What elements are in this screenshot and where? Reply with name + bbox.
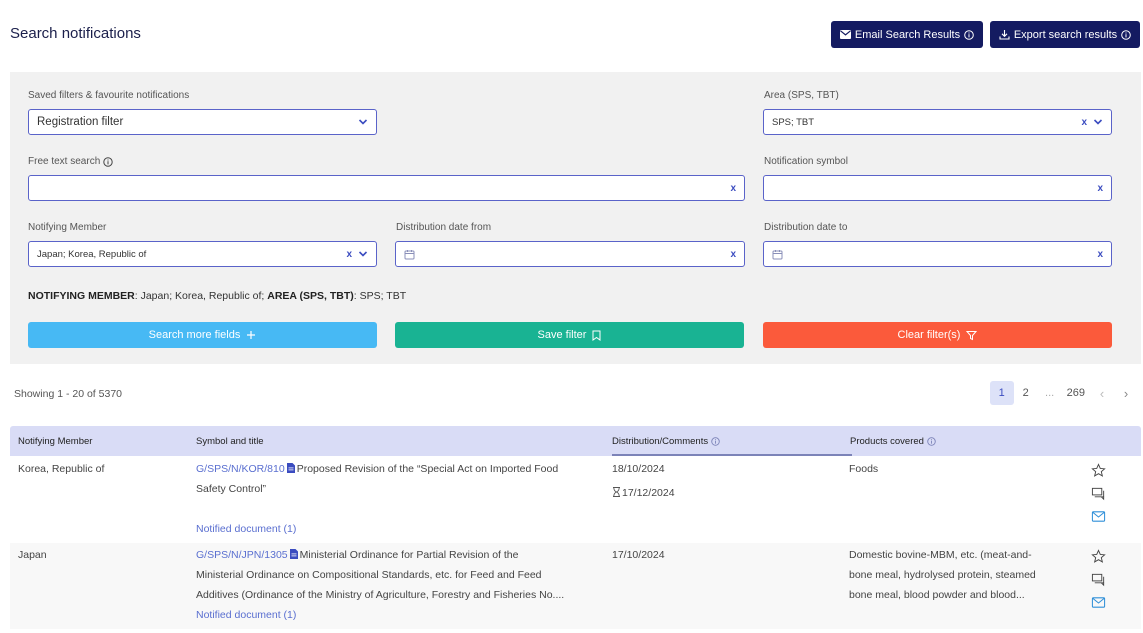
notification-symbol-link[interactable]: G/SPS/N/JPN/1305 bbox=[196, 549, 288, 561]
export-search-results-button[interactable]: Export search results bbox=[990, 21, 1140, 48]
bookmark-icon bbox=[592, 330, 601, 341]
clear-date-to-icon[interactable]: x bbox=[1097, 249, 1103, 260]
area-value: SPS; TBT bbox=[772, 116, 815, 128]
envelope-icon bbox=[839, 30, 851, 39]
column-header-symbol[interactable]: Symbol and title bbox=[196, 436, 264, 447]
row-comment-deadline: 17/12/2024 bbox=[612, 483, 675, 503]
clear-date-from-icon[interactable]: x bbox=[730, 249, 736, 260]
row-actions bbox=[1090, 463, 1106, 524]
summary-area-value: : SPS; TBT bbox=[353, 290, 407, 302]
info-icon bbox=[711, 437, 720, 446]
export-button-label: Export search results bbox=[1013, 28, 1118, 41]
page-last[interactable]: 269 bbox=[1062, 381, 1090, 405]
clear-symbol-icon[interactable]: x bbox=[1097, 183, 1103, 194]
plus-icon bbox=[247, 331, 256, 339]
row-member: Japan bbox=[18, 549, 47, 561]
page-2[interactable]: 2 bbox=[1014, 381, 1038, 405]
info-icon bbox=[927, 437, 936, 446]
chevron-down-icon bbox=[1093, 119, 1103, 125]
next-page-icon[interactable]: › bbox=[1114, 381, 1138, 405]
clear-free-text-icon[interactable]: x bbox=[730, 183, 736, 194]
download-icon bbox=[999, 30, 1010, 40]
clear-filters-button[interactable]: Clear filter(s) bbox=[763, 322, 1112, 348]
calendar-icon bbox=[404, 249, 415, 259]
saved-filters-value: Registration filter bbox=[37, 116, 124, 128]
area-label: Area (SPS, TBT) bbox=[764, 90, 839, 101]
row-distribution-date: 17/10/2024 bbox=[612, 549, 665, 561]
date-from-input[interactable]: x bbox=[395, 241, 745, 267]
pagination: 1 2 ... 269 ‹ › bbox=[989, 381, 1138, 405]
save-filter-label: Save filter bbox=[537, 329, 587, 341]
notified-document-link[interactable]: Notified document (1) bbox=[196, 519, 296, 539]
row-products: Domestic bovine-MBM, etc. (meat-and- bon… bbox=[849, 549, 1036, 601]
summary-member-value: : Japan; Korea, Republic of; bbox=[134, 290, 265, 302]
document-icon[interactable] bbox=[286, 463, 295, 473]
results-count: Showing 1 - 20 of 5370 bbox=[14, 388, 122, 400]
email-button-label: Email Search Results bbox=[854, 28, 961, 41]
calendar-icon bbox=[772, 249, 783, 259]
save-filter-button[interactable]: Save filter bbox=[395, 322, 744, 348]
notifying-member-label: Notifying Member bbox=[28, 222, 107, 233]
table-header: Notifying Member Symbol and title Distri… bbox=[10, 426, 1141, 456]
page-title: Search notifications bbox=[10, 25, 141, 42]
row-actions bbox=[1090, 549, 1106, 610]
free-text-label: Free text search bbox=[28, 156, 113, 167]
comment-icon[interactable] bbox=[1091, 486, 1106, 501]
row-title: G/SPS/N/JPN/1305 Ministerial Ordinance fo… bbox=[196, 549, 565, 601]
page-ellipsis: ... bbox=[1045, 387, 1055, 399]
star-icon[interactable] bbox=[1090, 463, 1106, 478]
notification-symbol-label: Notification symbol bbox=[764, 156, 848, 167]
row-member: Korea, Republic of bbox=[18, 463, 105, 475]
table-row: Korea, Republic of G/SPS/N/KOR/810 Propos… bbox=[10, 457, 1141, 543]
area-select[interactable]: SPS; TBT x bbox=[763, 109, 1112, 135]
clear-member-icon[interactable]: x bbox=[346, 249, 352, 260]
email-search-results-button[interactable]: Email Search Results bbox=[831, 21, 983, 48]
column-header-products[interactable]: Products covered bbox=[850, 436, 936, 447]
clear-area-icon[interactable]: x bbox=[1081, 117, 1087, 128]
page-1[interactable]: 1 bbox=[989, 381, 1014, 405]
table-row: Japan G/SPS/N/JPN/1305 Ministerial Ordina… bbox=[10, 543, 1141, 629]
info-icon bbox=[103, 156, 113, 167]
email-icon[interactable] bbox=[1091, 509, 1106, 524]
row-distribution-date: 18/10/2024 bbox=[612, 463, 665, 475]
comment-icon[interactable] bbox=[1091, 572, 1106, 587]
previous-page-icon[interactable]: ‹ bbox=[1090, 381, 1114, 405]
notifying-member-value: Japan; Korea, Republic of bbox=[37, 248, 147, 260]
date-from-label: Distribution date from bbox=[396, 222, 492, 233]
chevron-down-icon bbox=[358, 119, 368, 125]
summary-member-key: NOTIFYING MEMBER bbox=[28, 290, 135, 302]
filter-icon bbox=[966, 330, 978, 340]
saved-filters-select[interactable]: Registration filter bbox=[28, 109, 377, 135]
notified-document-link[interactable]: Notified document (1) bbox=[196, 605, 296, 625]
row-products: Foods bbox=[849, 463, 879, 475]
hourglass-icon bbox=[613, 487, 620, 497]
sort-indicator bbox=[612, 454, 852, 456]
star-icon[interactable] bbox=[1090, 549, 1106, 564]
active-filters-summary: NOTIFYING MEMBER: Japan; Korea, Republic… bbox=[28, 290, 406, 302]
notification-symbol-input[interactable]: x bbox=[763, 175, 1112, 201]
summary-area-key: AREA (SPS, TBT) bbox=[267, 290, 354, 302]
date-to-input[interactable]: x bbox=[763, 241, 1112, 267]
chevron-down-icon bbox=[358, 251, 368, 257]
email-icon[interactable] bbox=[1091, 595, 1106, 610]
document-icon[interactable] bbox=[289, 549, 298, 559]
column-header-distribution[interactable]: Distribution/Comments bbox=[612, 436, 720, 447]
column-header-member[interactable]: Notifying Member bbox=[18, 436, 92, 447]
clear-filters-label: Clear filter(s) bbox=[897, 329, 961, 341]
notification-symbol-link[interactable]: G/SPS/N/KOR/810 bbox=[196, 463, 285, 475]
free-text-input[interactable]: x bbox=[28, 175, 745, 201]
search-more-fields-button[interactable]: Search more fields bbox=[28, 322, 377, 348]
search-more-label: Search more fields bbox=[148, 329, 241, 341]
saved-filters-label: Saved filters & favourite notifications bbox=[28, 90, 190, 101]
info-icon bbox=[1121, 29, 1131, 40]
date-to-label: Distribution date to bbox=[764, 222, 848, 233]
row-title: G/SPS/N/KOR/810 Proposed Revision of the … bbox=[196, 463, 559, 495]
info-icon bbox=[964, 29, 974, 40]
notifying-member-select[interactable]: Japan; Korea, Republic of x bbox=[28, 241, 377, 267]
